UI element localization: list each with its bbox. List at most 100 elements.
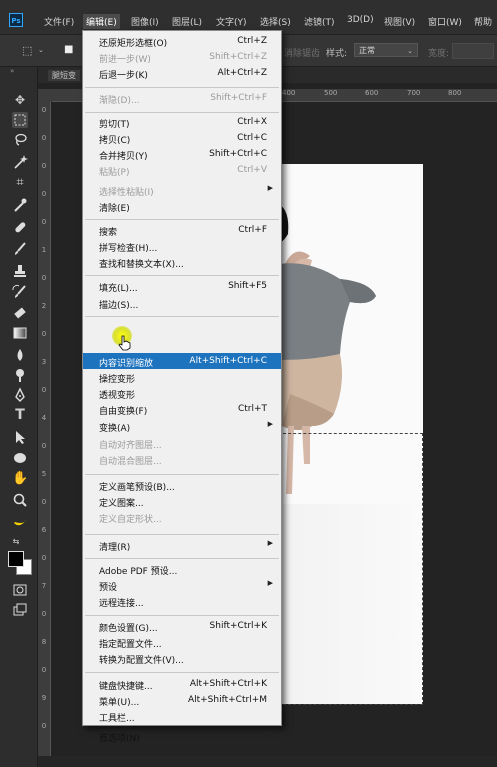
- menu-select[interactable]: 选择(S): [260, 15, 291, 28]
- edit-menu-item[interactable]: 合并拷贝(Y) Shift+Ctrl+C: [83, 146, 281, 162]
- dodge-icon[interactable]: [12, 367, 28, 383]
- lasso-icon[interactable]: [12, 132, 28, 148]
- edit-menu-item[interactable]: 预设 ▶: [83, 577, 281, 593]
- submenu-arrow-icon: ▶: [267, 420, 273, 428]
- swap-colors-icon[interactable]: ⇆: [8, 534, 24, 550]
- foreground-color-swatch[interactable]: [8, 551, 24, 567]
- ruler-origin[interactable]: [38, 89, 52, 101]
- zoom-icon[interactable]: [12, 492, 28, 508]
- menu-help[interactable]: 帮助: [474, 15, 492, 28]
- type-icon[interactable]: T: [12, 407, 28, 423]
- ruler-tick: 4: [41, 414, 47, 422]
- banana-icon[interactable]: [12, 513, 28, 529]
- menu-item-label: 定义画笔预设(B)...: [99, 483, 175, 493]
- menu-item-label: 前进一步(W): [99, 55, 151, 65]
- history-brush-icon[interactable]: [12, 284, 28, 300]
- document-tab[interactable]: 腿短变: [48, 70, 80, 81]
- submenu-arrow-icon: ▶: [267, 579, 273, 587]
- edit-menu-dropdown: 还原矩形选框(O) Ctrl+Z 前进一步(W) Shift+Ctrl+Z 后退一步(K…: [82, 30, 282, 744]
- edit-menu-item[interactable]: 定义画笔预设(B)...: [83, 477, 281, 493]
- edit-menu-item[interactable]: 内容识别缩放 Alt+Shift+Ctrl+C: [83, 353, 281, 369]
- ruler-tick: 0: [41, 134, 47, 142]
- ellipse-icon[interactable]: [12, 450, 28, 466]
- edit-menu-item: 自动混合图层...: [83, 451, 281, 467]
- edit-menu-item[interactable]: 后退一步(K) Alt+Ctrl+Z: [83, 65, 281, 81]
- edit-menu-item[interactable]: 转换为配置文件(V)...: [83, 650, 281, 666]
- menu-item-shortcut: Alt+Shift+Ctrl+C: [189, 356, 267, 366]
- healing-icon[interactable]: [12, 219, 28, 235]
- edit-menu-item[interactable]: 自由变换(F) Ctrl+T: [83, 401, 281, 417]
- edit-menu-item[interactable]: 指定配置文件...: [83, 634, 281, 650]
- edit-menu-item[interactable]: 剪切(T) Ctrl+X: [83, 114, 281, 130]
- edit-menu-item[interactable]: 搜索 Ctrl+F: [83, 222, 281, 238]
- ruler-tick: 0: [41, 386, 47, 394]
- quick-mask-icon[interactable]: [12, 582, 28, 598]
- menu-layer[interactable]: 图层(L): [172, 15, 202, 28]
- marquee-options-icon[interactable]: ⬚: [22, 44, 32, 57]
- edit-menu-item[interactable]: 透视变形: [83, 385, 281, 401]
- menu-file[interactable]: 文件(F): [44, 15, 74, 28]
- edit-menu-item: 自动对齐图层...: [83, 435, 281, 451]
- edit-menu-item[interactable]: 填充(L)... Shift+F5: [83, 278, 281, 294]
- edit-menu-item[interactable]: 清除(E): [83, 198, 281, 214]
- chevron-down-icon[interactable]: ⌄: [38, 46, 44, 54]
- edit-menu-item[interactable]: 操控变形: [83, 369, 281, 385]
- menu-view[interactable]: 视图(V): [384, 15, 415, 28]
- edit-menu-item[interactable]: 键盘快捷键... Alt+Shift+Ctrl+K: [83, 676, 281, 692]
- crop-icon[interactable]: ⌗: [12, 175, 28, 191]
- hand-icon[interactable]: ✋: [12, 471, 28, 487]
- path-select-icon[interactable]: [12, 429, 28, 445]
- ruler-tick: 800: [448, 89, 462, 97]
- edit-menu-item[interactable]: 首选项(N) ▶: [83, 728, 281, 744]
- eyedropper-icon[interactable]: [12, 197, 28, 213]
- vertical-ruler[interactable]: 0 0 0 0 0 1 0 2 0 3 0 4 0 5 0 6 0 7 0 8 0 9 0: [38, 101, 51, 767]
- menu-window[interactable]: 窗口(W): [428, 15, 462, 28]
- new-selection-icon[interactable]: ■: [64, 44, 73, 55]
- menu-item-label: 颜色设置(G)...: [99, 624, 158, 634]
- blur-icon[interactable]: [12, 347, 28, 363]
- menu-separator: [85, 672, 279, 673]
- edit-menu-item[interactable]: 变换(A) ▶: [83, 418, 281, 434]
- edit-menu-item[interactable]: 菜单(U)... Alt+Shift+Ctrl+M: [83, 692, 281, 708]
- menu-image[interactable]: 图像(I): [131, 15, 159, 28]
- menu-item-label: 定义自定形状...: [99, 515, 162, 525]
- menu-item-label: 渐隐(D)...: [99, 96, 140, 106]
- ruler-tick: 0: [41, 722, 47, 730]
- menu-type[interactable]: 文字(Y): [216, 15, 247, 28]
- move-icon[interactable]: ✥: [12, 92, 28, 108]
- edit-menu-item[interactable]: 描边(S)...: [83, 295, 281, 311]
- eraser-icon[interactable]: [12, 305, 28, 321]
- edit-menu-item[interactable]: 拼写检查(H)...: [83, 238, 281, 254]
- selection-marquee[interactable]: [278, 433, 423, 705]
- edit-menu-item[interactable]: 拷贝(C) Ctrl+C: [83, 130, 281, 146]
- pen-icon[interactable]: [12, 387, 28, 403]
- collapse-icon[interactable]: »: [10, 67, 14, 75]
- menu-3d[interactable]: 3D(D): [347, 15, 374, 25]
- ruler-tick: 0: [41, 610, 47, 618]
- edit-menu-item[interactable]: 工具栏...: [83, 708, 281, 724]
- menu-separator: [85, 474, 279, 475]
- menu-filter[interactable]: 滤镜(T): [304, 15, 335, 28]
- menu-edit[interactable]: 编辑(E): [83, 14, 120, 29]
- width-input[interactable]: [452, 43, 494, 59]
- style-select[interactable]: 正常 ⌄: [354, 43, 418, 57]
- edit-menu-item[interactable]: 定义图案...: [83, 493, 281, 509]
- menu-item-label: 填充(L)...: [99, 284, 138, 294]
- brush-icon[interactable]: [12, 241, 28, 257]
- magic-wand-icon[interactable]: [12, 154, 28, 170]
- edit-menu-item[interactable]: 还原矩形选框(O) Ctrl+Z: [83, 33, 281, 49]
- edit-menu-item[interactable]: 清理(R) ▶: [83, 537, 281, 553]
- marquee-icon[interactable]: [12, 112, 28, 128]
- stamp-icon[interactable]: [12, 263, 28, 279]
- edit-menu-item[interactable]: Adobe PDF 预设...: [83, 561, 281, 577]
- menu-item-label: 查找和替换文本(X)...: [99, 260, 184, 270]
- screen-mode-icon[interactable]: [12, 602, 28, 618]
- menu-item-label: 自动对齐图层...: [99, 441, 162, 451]
- gradient-icon[interactable]: [12, 325, 28, 341]
- edit-menu-item[interactable]: 远程连接...: [83, 593, 281, 609]
- edit-menu-item[interactable]: 颜色设置(G)... Shift+Ctrl+K: [83, 618, 281, 634]
- ruler-tick: 0: [41, 106, 47, 114]
- ruler-tick: 0: [41, 330, 47, 338]
- edit-menu-item[interactable]: 查找和替换文本(X)...: [83, 254, 281, 270]
- menu-item-label: 定义图案...: [99, 499, 144, 509]
